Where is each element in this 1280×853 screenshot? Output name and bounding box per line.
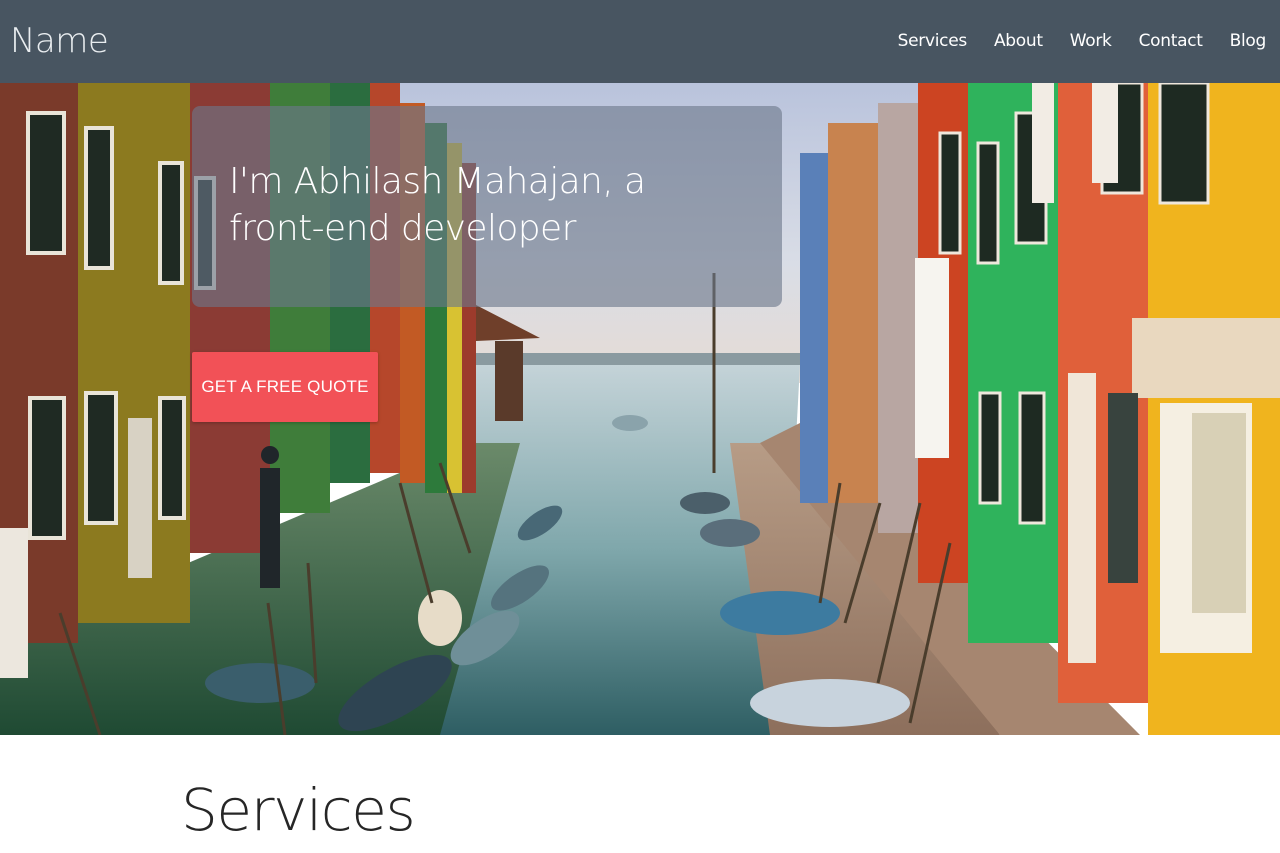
hero-title: I'm Abhilash Mahajan, a front-end develo… bbox=[229, 161, 646, 249]
nav-link-work[interactable]: Work bbox=[1070, 29, 1112, 53]
brand-name[interactable]: Name bbox=[10, 20, 109, 62]
nav-link-blog[interactable]: Blog bbox=[1230, 29, 1267, 53]
nav-links: Services About Work Contact Blog bbox=[898, 29, 1267, 53]
nav-link-about[interactable]: About bbox=[994, 29, 1043, 53]
nav-link-services[interactable]: Services bbox=[898, 29, 968, 53]
navbar: Name Services About Work Contact Blog bbox=[0, 0, 1280, 83]
hero-section: I'm Abhilash Mahajan, a front-end develo… bbox=[0, 83, 1280, 735]
services-heading: Services bbox=[181, 776, 416, 844]
get-quote-button[interactable]: GET A FREE QUOTE bbox=[192, 352, 378, 422]
nav-link-contact[interactable]: Contact bbox=[1139, 29, 1203, 53]
